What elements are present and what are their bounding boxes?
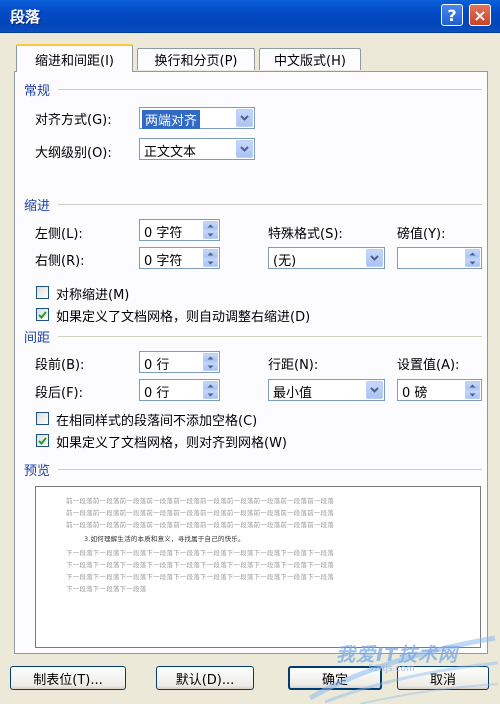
outline-level-label: 大纲级别(O):	[35, 146, 112, 161]
spin-up-icon[interactable]	[203, 381, 218, 390]
cancel-button-label: 取消	[429, 672, 456, 688]
indent-by-label: 磅值(Y):	[397, 227, 446, 242]
special-indent-label: 特殊格式(S):	[268, 227, 343, 242]
section-divider	[58, 469, 482, 470]
chevron-down-icon[interactable]	[236, 140, 253, 158]
tabs-button[interactable]: 制表位(T)...	[10, 666, 126, 690]
spin-down-icon[interactable]	[465, 390, 480, 399]
spin-down-icon[interactable]	[203, 258, 218, 267]
spin-up-icon[interactable]	[203, 221, 218, 230]
spacing-after-value: 0 行	[144, 386, 170, 401]
watermark-text: 我爱IT技术网	[336, 644, 459, 666]
spin-down-icon[interactable]	[203, 390, 218, 399]
spacing-at-spinner[interactable]: 0 磅	[397, 379, 482, 401]
chevron-down-icon[interactable]	[366, 249, 383, 267]
mirror-indent-checkbox[interactable]	[36, 286, 49, 299]
indent-right-value: 0 字符	[144, 254, 183, 269]
indent-right-spinner[interactable]: 0 字符	[139, 247, 220, 269]
section-divider	[58, 336, 482, 337]
line-spacing-select[interactable]: 最小值	[268, 379, 385, 401]
watermark-url: 52itjs.com	[368, 664, 415, 674]
tabs-button-label: 制表位(T)...	[33, 672, 103, 688]
line-spacing-value: 最小值	[273, 386, 313, 401]
section-divider	[58, 89, 482, 90]
no-space-same-style-checkbox[interactable]	[36, 412, 49, 425]
spacing-at-value: 0 磅	[402, 386, 428, 401]
alignment-select[interactable]: 两端对齐	[139, 107, 255, 129]
no-space-same-style-label: 在相同样式的段落间不添加空格(C)	[56, 414, 258, 429]
indent-left-label: 左侧(L):	[35, 227, 83, 242]
special-indent-select[interactable]: (无)	[268, 247, 385, 269]
outline-level-select[interactable]: 正文文本	[139, 138, 255, 160]
spin-up-icon[interactable]	[203, 353, 218, 362]
set-default-button-label: 默认(D)...	[175, 672, 235, 688]
indent-left-spinner[interactable]: 0 字符	[139, 219, 220, 241]
line-spacing-label: 行距(N):	[268, 358, 319, 373]
set-default-button[interactable]: 默认(D)...	[156, 666, 254, 690]
spacing-after-spinner[interactable]: 0 行	[139, 379, 220, 401]
spin-down-icon[interactable]	[203, 230, 218, 239]
outline-level-value: 正文文本	[144, 145, 197, 160]
indent-left-value: 0 字符	[144, 226, 183, 241]
check-icon	[38, 436, 47, 445]
spin-down-icon[interactable]	[203, 362, 218, 371]
spin-down-icon[interactable]	[465, 258, 480, 267]
snap-to-grid-checkbox[interactable]	[36, 434, 49, 447]
snap-to-grid-label: 如果定义了文档网格，则对齐到网格(W)	[56, 436, 287, 451]
section-spacing-title: 间距	[24, 331, 51, 346]
section-indent-title: 缩进	[24, 199, 51, 214]
spacing-before-value: 0 行	[144, 358, 170, 373]
spin-up-icon[interactable]	[465, 249, 480, 258]
section-general-title: 常规	[24, 84, 51, 99]
check-icon	[38, 310, 47, 319]
spin-up-icon[interactable]	[203, 249, 218, 258]
chevron-down-icon[interactable]	[366, 381, 383, 399]
auto-adjust-indent-label: 如果定义了文档网格，则自动调整右缩进(D)	[56, 310, 311, 325]
chevron-down-icon[interactable]	[236, 109, 253, 127]
special-indent-value: (无)	[273, 254, 297, 269]
alignment-label: 对齐方式(G):	[35, 113, 112, 128]
spin-up-icon[interactable]	[465, 381, 480, 390]
section-preview-title: 预览	[24, 464, 51, 479]
spacing-after-label: 段后(F):	[35, 386, 84, 401]
spacing-before-label: 段前(B):	[35, 358, 85, 373]
spacing-before-spinner[interactable]: 0 行	[139, 351, 220, 373]
alignment-value: 两端对齐	[142, 110, 201, 129]
auto-adjust-indent-checkbox[interactable]	[36, 308, 49, 321]
mirror-indent-label: 对称缩进(M)	[56, 288, 130, 303]
section-divider	[58, 204, 482, 205]
indent-by-spinner[interactable]	[397, 247, 482, 269]
ok-button-label: 确定	[321, 672, 348, 688]
spacing-at-label: 设置值(A):	[397, 358, 460, 373]
indent-right-label: 右侧(R):	[35, 254, 85, 269]
